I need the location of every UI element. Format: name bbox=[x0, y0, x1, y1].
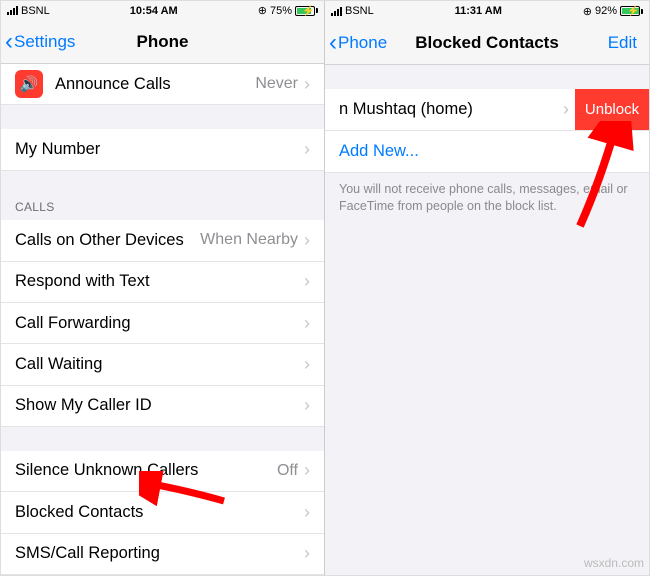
back-button[interactable]: ‹ Settings bbox=[1, 30, 75, 54]
chevron-right-icon: › bbox=[304, 354, 310, 375]
row-call-forwarding[interactable]: Call Forwarding › bbox=[1, 303, 324, 344]
back-button[interactable]: ‹ Phone bbox=[325, 31, 387, 55]
block-list-footnote: You will not receive phone calls, messag… bbox=[325, 173, 649, 223]
carrier-label: BSNL bbox=[345, 5, 374, 17]
row-blocked-contacts[interactable]: Blocked Contacts › bbox=[1, 492, 324, 533]
battery-pct: 75% bbox=[270, 5, 292, 17]
row-silence-unknown[interactable]: Silence Unknown Callers Off › bbox=[1, 451, 324, 492]
chevron-right-icon: › bbox=[563, 99, 569, 120]
row-add-new[interactable]: Add New... bbox=[325, 131, 649, 173]
row-blocked-entry[interactable]: n Mushtaq (home) › Unblock bbox=[325, 89, 649, 131]
chevron-right-icon: › bbox=[304, 395, 310, 416]
row-announce-calls[interactable]: 🔊 Announce Calls Never › bbox=[1, 64, 324, 105]
row-value: Never bbox=[255, 75, 298, 93]
back-label: Phone bbox=[338, 33, 387, 53]
row-label: My Number bbox=[15, 140, 304, 159]
row-value: When Nearby bbox=[200, 231, 298, 249]
unblock-button[interactable]: Unblock bbox=[575, 89, 649, 130]
chevron-right-icon: › bbox=[304, 543, 310, 564]
back-label: Settings bbox=[14, 32, 75, 52]
section-header-calls: CALLS bbox=[1, 194, 324, 220]
chevron-right-icon: › bbox=[304, 139, 310, 160]
status-bar: BSNL 11:31 AM ⊕ 92% ⚡ bbox=[325, 1, 649, 21]
chevron-right-icon: › bbox=[304, 271, 310, 292]
chevron-right-icon: › bbox=[304, 502, 310, 523]
row-label: Respond with Text bbox=[15, 272, 304, 291]
speaker-icon: 🔊 bbox=[15, 70, 43, 98]
blocked-contacts-screen: BSNL 11:31 AM ⊕ 92% ⚡ ‹ Phone Blocked Co… bbox=[325, 1, 649, 575]
row-label: Calls on Other Devices bbox=[15, 231, 200, 250]
row-respond-text[interactable]: Respond with Text › bbox=[1, 262, 324, 303]
row-other-devices[interactable]: Calls on Other Devices When Nearby › bbox=[1, 220, 324, 261]
chevron-left-icon: ‹ bbox=[329, 31, 337, 55]
status-bar: BSNL 10:54 AM ⊕ 75% ⚡ bbox=[1, 1, 324, 21]
chevron-right-icon: › bbox=[304, 460, 310, 481]
contact-name: n Mushtaq (home) bbox=[339, 100, 563, 119]
chevron-left-icon: ‹ bbox=[5, 30, 13, 54]
row-sms-reporting[interactable]: SMS/Call Reporting › bbox=[1, 534, 324, 575]
edit-button[interactable]: Edit bbox=[608, 33, 649, 53]
battery-icon: ⚡ bbox=[620, 6, 643, 16]
row-label: SMS/Call Reporting bbox=[15, 544, 304, 563]
chevron-right-icon: › bbox=[304, 74, 310, 95]
battery-pct: 92% bbox=[595, 5, 617, 17]
carrier-label: BSNL bbox=[21, 5, 50, 17]
row-label: Show My Caller ID bbox=[15, 396, 304, 415]
row-label: Silence Unknown Callers bbox=[15, 461, 277, 480]
nav-bar: ‹ Settings Phone bbox=[1, 21, 324, 64]
row-label: Call Waiting bbox=[15, 355, 304, 374]
row-caller-id[interactable]: Show My Caller ID › bbox=[1, 386, 324, 427]
clock: 10:54 AM bbox=[50, 5, 258, 17]
clock: 11:31 AM bbox=[374, 5, 583, 17]
row-label: Blocked Contacts bbox=[15, 503, 304, 522]
row-call-waiting[interactable]: Call Waiting › bbox=[1, 344, 324, 385]
signal-icon bbox=[331, 7, 342, 16]
row-my-number[interactable]: My Number › bbox=[1, 129, 324, 170]
nav-bar: ‹ Phone Blocked Contacts Edit bbox=[325, 21, 649, 65]
row-label: Call Forwarding bbox=[15, 314, 304, 333]
chevron-right-icon: › bbox=[304, 230, 310, 251]
row-value: Off bbox=[277, 462, 298, 480]
add-new-label: Add New... bbox=[339, 142, 635, 161]
watermark: wsxdn.com bbox=[584, 556, 644, 570]
chevron-right-icon: › bbox=[304, 313, 310, 334]
battery-icon: ⚡ bbox=[295, 6, 318, 16]
row-label: Announce Calls bbox=[55, 75, 255, 94]
settings-phone-screen: BSNL 10:54 AM ⊕ 75% ⚡ ‹ Settings Phone 🔊… bbox=[1, 1, 325, 575]
signal-icon bbox=[7, 6, 18, 15]
